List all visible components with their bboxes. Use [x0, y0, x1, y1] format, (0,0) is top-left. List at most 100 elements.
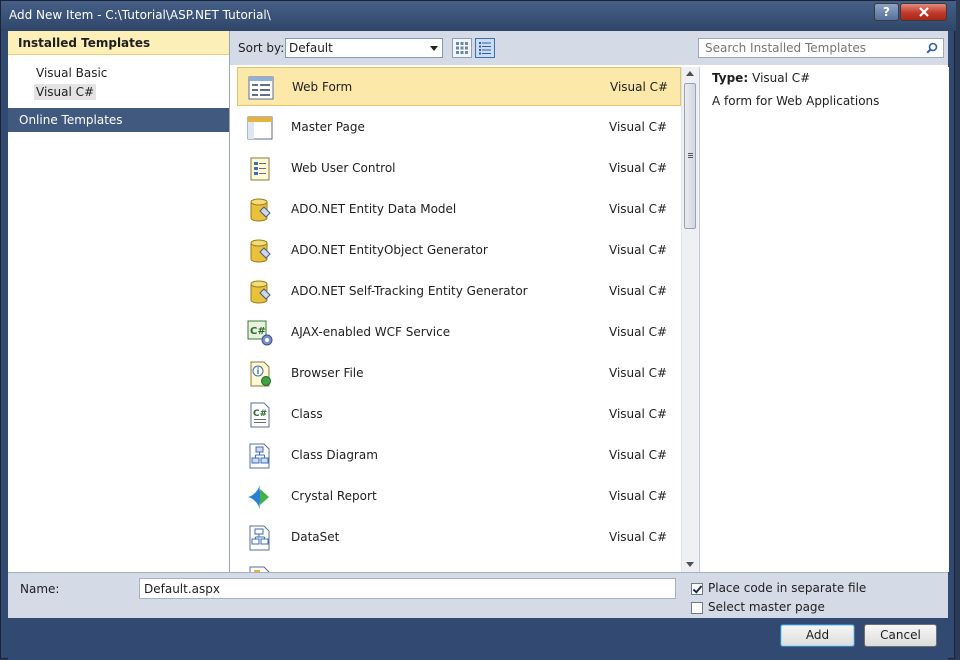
- svg-text:C#: C#: [250, 326, 266, 337]
- template-row[interactable]: Browser File Visual C#: [237, 354, 681, 393]
- template-name: Class: [291, 407, 323, 421]
- template-language: Visual C#: [609, 489, 668, 503]
- template-name: Master Page: [291, 120, 365, 134]
- template-name: ADO.NET EntityObject Generator: [291, 243, 488, 257]
- template-row[interactable]: ADO.NET Self-Tracking Entity Generator V…: [237, 272, 681, 311]
- grip-line: [688, 153, 693, 154]
- template-language: Visual C#: [609, 284, 668, 298]
- scrollbar-thumb[interactable]: [684, 83, 696, 229]
- name-input[interactable]: [139, 578, 676, 599]
- installed-templates-label: Installed Templates: [18, 36, 151, 50]
- master-page-icon: [247, 116, 273, 140]
- template-language: Visual C#: [609, 448, 668, 462]
- installed-templates-header[interactable]: Installed Templates: [8, 31, 229, 55]
- template-language: Visual C#: [609, 120, 668, 134]
- template-name: Browser File: [291, 366, 364, 380]
- template-language: Visual C#: [609, 407, 668, 421]
- scroll-up-icon[interactable]: [686, 71, 694, 76]
- add-new-item-dialog: Add New Item - C:\Tutorial\ASP.NET Tutor…: [0, 0, 956, 660]
- place-code-checkbox[interactable]: [691, 583, 703, 595]
- select-master-page-checkbox[interactable]: [691, 602, 703, 614]
- search-input[interactable]: [699, 39, 925, 57]
- close-icon: [918, 7, 929, 17]
- web-user-control-icon: [250, 157, 270, 181]
- list-view-icon: [479, 42, 491, 55]
- template-row[interactable]: Class Diagram Visual C#: [237, 436, 681, 475]
- add-button[interactable]: Add: [780, 624, 855, 647]
- small-icons-view-button[interactable]: [452, 38, 472, 58]
- wcf-service-icon: C#: [247, 320, 273, 346]
- template-language: Visual C#: [609, 161, 668, 175]
- dataset-icon: [249, 525, 270, 551]
- template-row[interactable]: Master Page Visual C#: [237, 108, 681, 147]
- place-code-label[interactable]: Place code in separate file: [708, 581, 866, 595]
- template-name: ADO.NET Entity Data Model: [291, 202, 457, 216]
- template-list: Web Form Visual C# Master Page Visual C#…: [237, 67, 681, 572]
- svg-text:C#: C#: [253, 409, 267, 419]
- template-row[interactable]: C# AJAX-enabled WCF Service Visual C#: [237, 313, 681, 352]
- template-list-scrollbar[interactable]: [681, 67, 699, 572]
- tree-item-visual-csharp[interactable]: Visual C#: [34, 84, 97, 100]
- template-name: Web Form: [292, 80, 353, 94]
- search-box[interactable]: [698, 38, 944, 58]
- template-language: Visual C#: [609, 243, 668, 257]
- database-icon: [250, 239, 271, 263]
- template-language: Visual C#: [610, 80, 669, 94]
- cancel-button[interactable]: Cancel: [864, 624, 937, 647]
- type-label: Type:: [712, 71, 749, 85]
- close-button[interactable]: [900, 3, 947, 21]
- template-row[interactable]: ADO.NET Entity Data Model Visual C#: [237, 190, 681, 229]
- template-name: ADO.NET Self-Tracking Entity Generator: [291, 284, 528, 298]
- template-name: DataSet: [291, 530, 340, 544]
- template-language: Visual C#: [609, 325, 668, 339]
- sort-by-value: Default: [289, 41, 333, 55]
- template-name: Class Diagram: [291, 448, 378, 462]
- web-form-icon: [248, 76, 274, 100]
- template-description: A form for Web Applications: [712, 94, 880, 108]
- class-diagram-icon: [249, 443, 270, 469]
- database-icon: [250, 198, 271, 222]
- online-templates-header[interactable]: Online Templates: [8, 108, 229, 132]
- chevron-down-icon: [430, 46, 438, 51]
- search-icon[interactable]: [926, 42, 938, 54]
- title-bar[interactable]: Add New Item - C:\Tutorial\ASP.NET Tutor…: [1, 1, 956, 31]
- name-label: Name:: [20, 582, 60, 596]
- template-name: Web User Control: [291, 161, 396, 175]
- help-button[interactable]: ?: [874, 3, 899, 21]
- grip-line: [688, 157, 693, 158]
- template-language: Visual C#: [609, 202, 668, 216]
- template-row[interactable]: ADO.NET EntityObject Generator Visual C#: [237, 231, 681, 270]
- dialog-body: Installed Templates Visual Basic Visual …: [8, 31, 949, 572]
- name-panel: Name: Place code in separate file Select…: [8, 572, 948, 618]
- template-row[interactable]: Crystal Report Visual C#: [237, 477, 681, 516]
- template-row[interactable]: DataSet Visual C#: [237, 518, 681, 557]
- template-language: Visual C#: [609, 366, 668, 380]
- template-toolbar: Sort by: Default: [230, 31, 948, 65]
- class-file-icon: C#: [250, 402, 270, 428]
- database-icon: [250, 280, 271, 304]
- type-value: Visual C#: [752, 71, 811, 85]
- sort-by-dropdown[interactable]: Default: [285, 38, 443, 58]
- template-categories-pane: Installed Templates Visual Basic Visual …: [8, 31, 230, 572]
- scroll-down-icon[interactable]: [686, 562, 694, 567]
- online-templates-label: Online Templates: [19, 113, 123, 127]
- template-row[interactable]: Web User Control Visual C#: [237, 149, 681, 188]
- template-row[interactable]: C# Class Visual C#: [237, 395, 681, 434]
- select-master-page-label[interactable]: Select master page: [708, 600, 825, 614]
- template-language: Visual C#: [609, 530, 668, 544]
- page-icon: [249, 566, 270, 572]
- template-row[interactable]: Web Form Visual C#: [237, 67, 681, 106]
- window-title: Add New Item - C:\Tutorial\ASP.NET Tutor…: [9, 8, 271, 22]
- crystal-report-icon: [248, 485, 269, 509]
- list-view-button[interactable]: [475, 38, 495, 58]
- browser-file-icon: [250, 361, 271, 387]
- template-details-pane: Type: Visual C# A form for Web Applicatio…: [699, 67, 949, 572]
- tree-item-visual-basic[interactable]: Visual Basic: [36, 66, 107, 80]
- template-name: Crystal Report: [291, 489, 377, 503]
- sort-by-label: Sort by:: [238, 41, 285, 55]
- template-name: AJAX-enabled WCF Service: [291, 325, 451, 339]
- button-bar: Add Cancel: [8, 618, 948, 660]
- template-row-partial[interactable]: [237, 559, 681, 572]
- grid-view-icon: [456, 42, 468, 54]
- grip-line: [688, 155, 693, 156]
